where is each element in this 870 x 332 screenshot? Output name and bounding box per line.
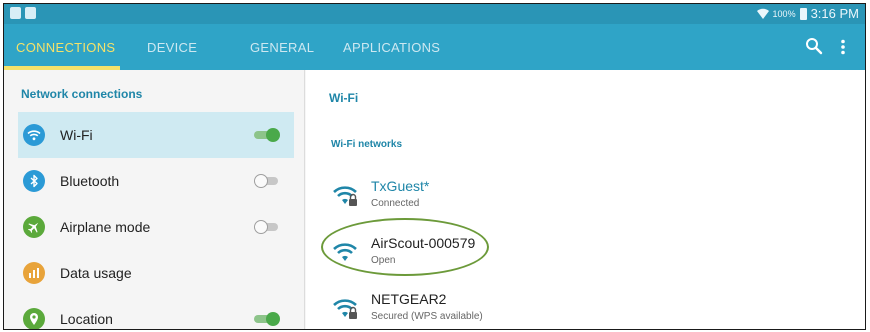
sidebar-item-airplane-mode[interactable]: Airplane mode xyxy=(18,204,294,250)
location-icon xyxy=(23,308,45,329)
status-indicators: 100% 3:16 PM xyxy=(756,6,859,21)
network-status: Connected xyxy=(371,198,420,209)
airplane-icon xyxy=(23,216,45,238)
wifi-icon xyxy=(23,124,45,146)
wifi-locked-icon xyxy=(333,186,357,206)
notification-icon xyxy=(10,7,21,19)
network-name: NETGEAR2 xyxy=(371,291,447,307)
panel-title: Wi-Fi xyxy=(329,91,359,105)
tab-device[interactable]: DEVICE xyxy=(147,40,197,55)
status-bar: 100% 3:16 PM xyxy=(4,4,865,24)
tab-bar: CONNECTIONS DEVICE GENERAL APPLICATIONS xyxy=(4,24,865,70)
tablet-screen: 100% 3:16 PM CONNECTIONS DEVICE GENERAL … xyxy=(3,3,866,330)
sidebar-item-label: Location xyxy=(60,311,113,327)
settings-sidebar: Network connections Wi-Fi Bluetooth Airp… xyxy=(4,70,305,329)
sidebar-item-label: Data usage xyxy=(60,265,132,281)
notification-icon xyxy=(25,7,36,19)
sidebar-item-label: Bluetooth xyxy=(60,173,120,189)
airplane-mode-toggle[interactable] xyxy=(254,220,280,234)
wifi-panel: Wi-Fi Wi-Fi networks TxGuest* Connected … xyxy=(306,70,865,329)
battery-icon xyxy=(799,7,807,20)
search-icon[interactable] xyxy=(805,37,823,55)
clock: 3:16 PM xyxy=(810,6,859,21)
battery-percent: 100% xyxy=(772,8,796,19)
location-toggle[interactable] xyxy=(254,312,280,326)
sidebar-item-location[interactable]: Location xyxy=(18,296,294,329)
sidebar-item-label: Wi-Fi xyxy=(60,127,93,143)
bluetooth-icon xyxy=(23,170,45,192)
tab-applications[interactable]: APPLICATIONS xyxy=(343,40,440,55)
more-vert-icon[interactable] xyxy=(839,39,847,55)
wifi-signal-icon xyxy=(756,8,769,19)
highlight-annotation xyxy=(321,218,489,276)
wifi-locked-icon xyxy=(333,299,357,319)
sidebar-item-label: Airplane mode xyxy=(60,219,151,235)
networks-section-title: Wi-Fi networks xyxy=(331,139,403,150)
network-name: TxGuest* xyxy=(371,178,430,194)
tab-general[interactable]: GENERAL xyxy=(250,40,314,55)
sidebar-item-data-usage[interactable]: Data usage xyxy=(18,250,294,296)
network-item-netgear2[interactable]: NETGEAR2 Secured (WPS available) xyxy=(333,291,633,327)
sidebar-item-wifi[interactable]: Wi-Fi xyxy=(18,112,294,158)
tab-connections[interactable]: CONNECTIONS xyxy=(16,40,115,55)
sidebar-item-bluetooth[interactable]: Bluetooth xyxy=(18,158,294,204)
section-title: Network connections xyxy=(21,87,143,101)
data-usage-icon xyxy=(23,262,45,284)
notification-icons xyxy=(10,7,36,19)
network-item-txguest[interactable]: TxGuest* Connected xyxy=(333,178,633,214)
network-status: Secured (WPS available) xyxy=(371,311,483,322)
wifi-toggle[interactable] xyxy=(254,128,280,142)
bluetooth-toggle[interactable] xyxy=(254,174,280,188)
